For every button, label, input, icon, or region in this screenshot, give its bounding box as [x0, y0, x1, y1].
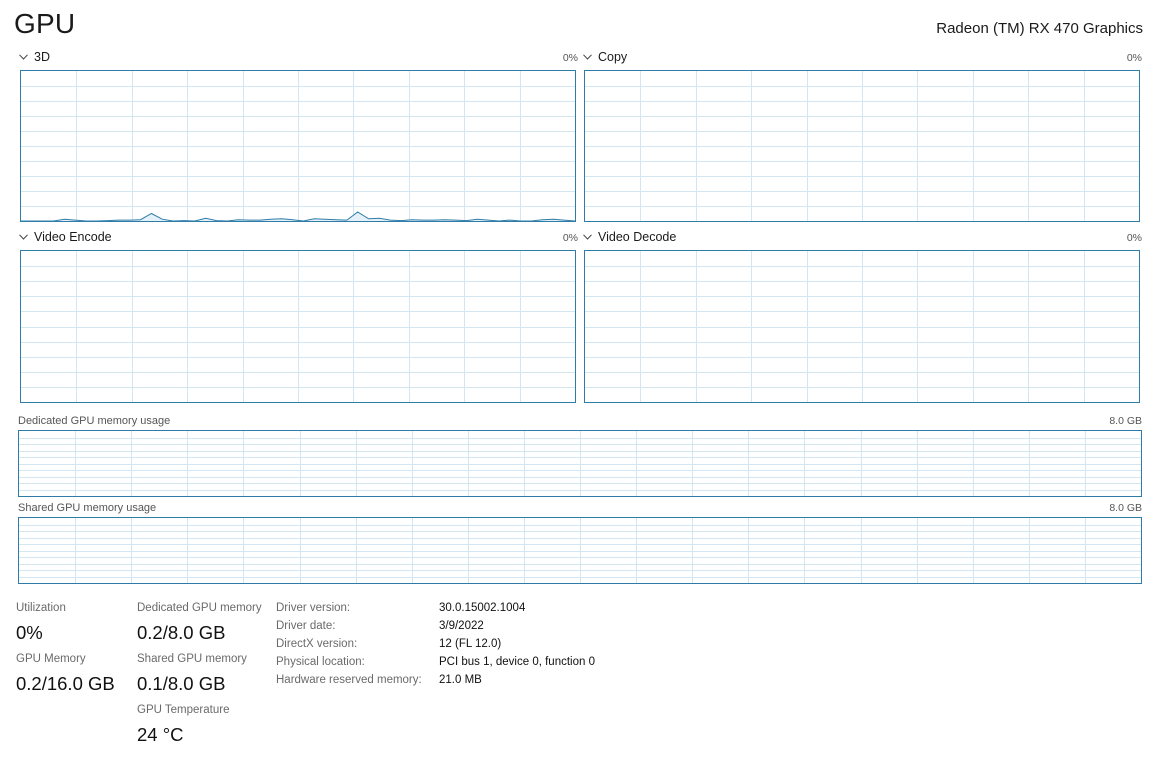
memory-chart-shared — [19, 518, 1141, 583]
gpu-device-name: Radeon (TM) RX 470 Graphics — [936, 20, 1143, 37]
chevron-down-icon — [583, 54, 592, 60]
gpu-temperature-label: GPU Temperature — [137, 704, 230, 716]
hardware-reserved-memory-value: 21.0 MB — [439, 674, 482, 686]
graph-max-value: 0% — [562, 52, 578, 64]
dedicated-memory-graph-label: Dedicated GPU memory usage — [18, 415, 171, 427]
gpu-memory-value: 0.2/16.0 GB — [16, 673, 115, 694]
driver-version-value: 30.0.15002.1004 — [439, 602, 526, 614]
driver-version-label: Driver version: — [276, 602, 351, 614]
directx-version-label: DirectX version: — [276, 638, 358, 650]
directx-version-value: 12 (FL 12.0) — [439, 638, 502, 650]
graph-max-value: 0% — [562, 232, 578, 244]
chevron-down-icon — [19, 234, 28, 240]
graph-copy — [584, 70, 1140, 222]
graph-max-value: 8.0 GB — [1109, 415, 1142, 427]
shared-memory-label: Shared GPU memory — [137, 653, 247, 665]
graph-label: 3D — [34, 50, 50, 64]
graph-video-decode — [584, 250, 1140, 403]
utilization-chart-video-encode — [21, 251, 575, 402]
driver-date-label: Driver date: — [276, 620, 336, 632]
memory-chart-dedicated — [19, 431, 1141, 496]
graph-label: Video Decode — [598, 230, 677, 244]
driver-date-value: 3/9/2022 — [439, 620, 484, 632]
page-title: GPU — [14, 8, 76, 39]
graph-label: Video Encode — [34, 230, 112, 244]
graph-toggle-3d[interactable]: 3D — [19, 50, 50, 64]
utilization-chart-video-decode — [585, 251, 1139, 402]
utilization-chart-copy — [585, 71, 1139, 221]
graph-toggle-video-decode[interactable]: Video Decode — [583, 230, 676, 244]
utilization-chart-3d — [21, 71, 575, 221]
hardware-reserved-memory-label: Hardware reserved memory: — [276, 674, 422, 686]
physical-location-value: PCI bus 1, device 0, function 0 — [439, 656, 595, 668]
dedicated-memory-label: Dedicated GPU memory — [137, 602, 262, 614]
graph-label: Copy — [598, 50, 628, 64]
graph-shared-memory — [18, 517, 1142, 584]
shared-memory-value: 0.1/8.0 GB — [137, 673, 226, 694]
physical-location-label: Physical location: — [276, 656, 365, 668]
graph-max-value: 8.0 GB — [1109, 502, 1142, 514]
graph-toggle-video-encode[interactable]: Video Encode — [19, 230, 112, 244]
utilization-label: Utilization — [16, 602, 66, 614]
graph-3d — [20, 70, 576, 222]
graph-video-encode — [20, 250, 576, 403]
gpu-memory-label: GPU Memory — [16, 653, 86, 665]
gpu-temperature-value: 24 °C — [137, 724, 184, 745]
chevron-down-icon — [583, 234, 592, 240]
graph-toggle-copy[interactable]: Copy — [583, 50, 627, 64]
dedicated-memory-value: 0.2/8.0 GB — [137, 622, 226, 643]
utilization-value: 0% — [16, 622, 43, 643]
chevron-down-icon — [19, 54, 28, 60]
graph-dedicated-memory — [18, 430, 1142, 497]
graph-max-value: 0% — [1126, 52, 1142, 64]
shared-memory-graph-label: Shared GPU memory usage — [18, 502, 157, 514]
graph-max-value: 0% — [1126, 232, 1142, 244]
